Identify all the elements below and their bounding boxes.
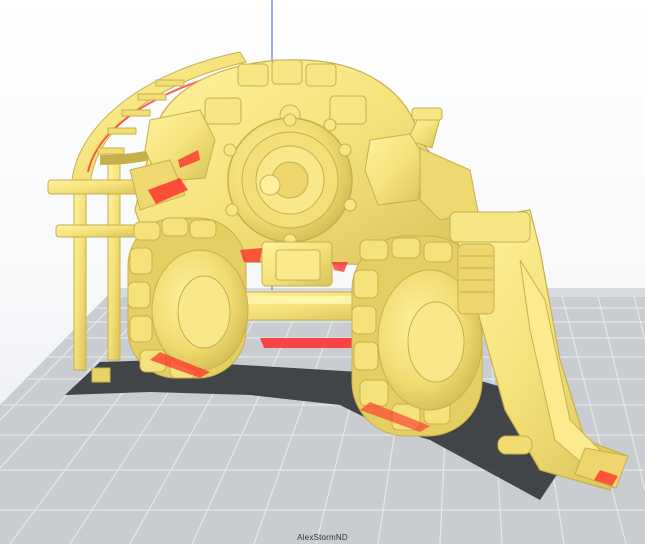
watermark-text: AlexStormND <box>297 533 348 542</box>
left-tread-wheel <box>127 217 249 379</box>
chest-block <box>261 241 333 287</box>
3d-viewport[interactable] <box>0 0 645 544</box>
